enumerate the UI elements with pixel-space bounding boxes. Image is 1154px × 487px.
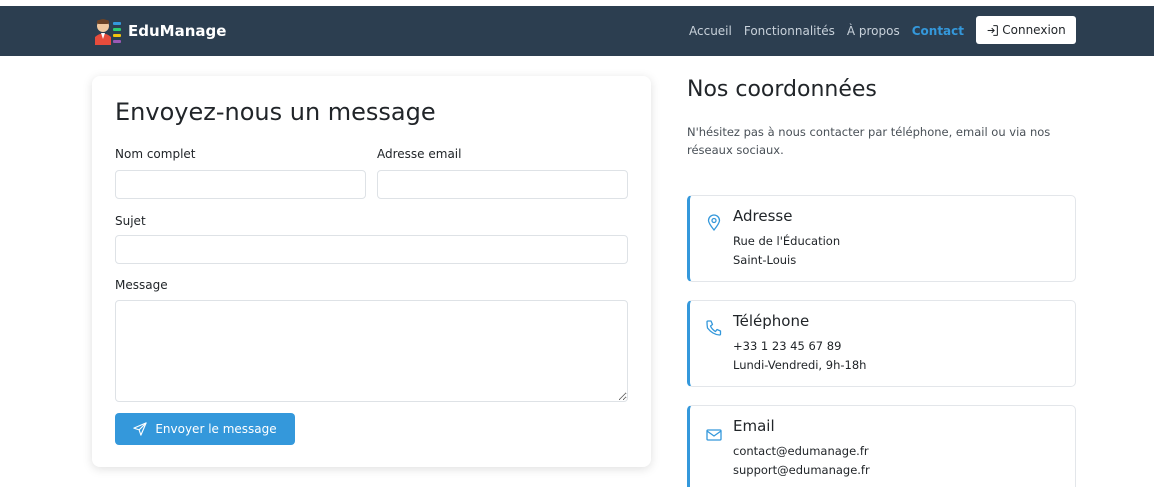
contact-title: Nos coordonnées — [687, 77, 877, 102]
email-card: Email contact@edumanage.fr support@eduma… — [687, 405, 1076, 487]
envelope-icon — [706, 429, 722, 441]
email-label: Adresse email — [377, 147, 462, 161]
nav-link-contact[interactable]: Contact — [912, 24, 964, 38]
nav-link-accueil[interactable]: Accueil — [689, 24, 732, 38]
phone-title: Téléphone — [733, 312, 810, 330]
teacher-logo-icon — [95, 19, 121, 45]
navbar: EduManage Accueil Fonctionnalités À prop… — [0, 6, 1154, 56]
phone-number: +33 1 23 45 67 89 — [733, 339, 842, 353]
phone-card: Téléphone +33 1 23 45 67 89 Lundi-Vendre… — [687, 300, 1076, 387]
phone-hours: Lundi-Vendredi, 9h-18h — [733, 358, 867, 372]
name-input[interactable] — [115, 170, 366, 199]
nav-links: Accueil Fonctionnalités À propos Contact — [689, 6, 964, 56]
email-contact[interactable]: contact@edumanage.fr — [733, 444, 869, 458]
contact-intro: N'hésitez pas à nous contacter par télép… — [687, 125, 1051, 158]
login-button[interactable]: Connexion — [976, 16, 1076, 44]
send-message-button[interactable]: Envoyer le message — [115, 413, 295, 445]
paper-plane-icon — [133, 422, 148, 436]
login-button-label: Connexion — [1002, 23, 1066, 37]
address-line-2: Saint-Louis — [733, 253, 797, 267]
address-card: Adresse Rue de l'Éducation Saint-Louis — [687, 195, 1076, 282]
brand-name: EduManage — [128, 22, 227, 40]
email-title: Email — [733, 417, 775, 435]
name-label: Nom complet — [115, 147, 196, 161]
message-label: Message — [115, 278, 168, 292]
message-textarea[interactable] — [115, 300, 628, 402]
subject-label: Sujet — [115, 214, 146, 228]
send-message-label: Envoyer le message — [155, 422, 277, 436]
address-title: Adresse — [733, 207, 793, 225]
sign-in-icon — [987, 24, 999, 36]
nav-link-fonctionnalites[interactable]: Fonctionnalités — [744, 24, 835, 38]
nav-link-a-propos[interactable]: À propos — [847, 24, 900, 38]
email-input[interactable] — [377, 170, 628, 199]
phone-icon — [706, 320, 722, 336]
email-support[interactable]: support@edumanage.fr — [733, 463, 870, 477]
form-title: Envoyez-nous un message — [115, 98, 436, 126]
brand-link[interactable]: EduManage — [92, 17, 226, 45]
contact-form-card: Envoyez-nous un message Nom complet Adre… — [92, 76, 651, 467]
subject-input[interactable] — [115, 235, 628, 264]
location-pin-icon — [707, 214, 721, 232]
address-line-1: Rue de l'Éducation — [733, 234, 841, 248]
